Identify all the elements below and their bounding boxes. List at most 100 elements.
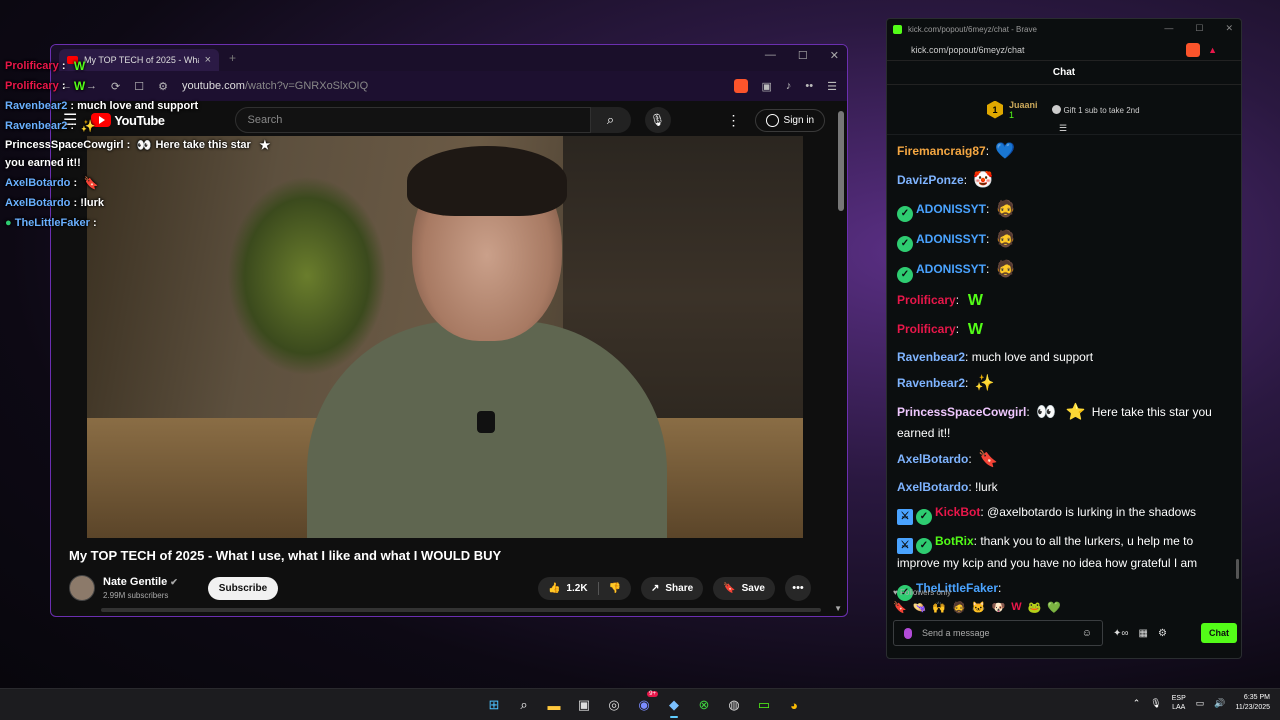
brave-shields-icon[interactable] [1186, 42, 1201, 57]
lang-bottom: LAA [1172, 704, 1186, 711]
scroll-down-icon[interactable]: ▼ [834, 604, 842, 613]
lavalier-mic [477, 411, 495, 433]
share-button[interactable]: ↗ Share [641, 576, 704, 600]
chat-username[interactable]: AxelBotardo [897, 452, 968, 466]
chrome-icon[interactable]: ◕ [782, 694, 806, 716]
emote-hands-icon[interactable]: 🙌 [932, 601, 946, 614]
maximize-icon[interactable]: ☐ [1195, 23, 1203, 34]
volume-icon[interactable]: 🔊 [1214, 698, 1225, 709]
stream-chat-overlay: Prolificary : W Prolificary : W Ravenbea… [0, 56, 320, 233]
chat-username[interactable]: Ravenbear2 [897, 350, 965, 364]
emote-dog-icon[interactable]: 🐶 [992, 601, 1006, 614]
chat-username[interactable]: AxelBotardo [897, 480, 968, 494]
overlay-message: Ravenbear2 : ✨ [5, 119, 96, 134]
chat-username[interactable]: PrincessSpaceCowgirl [897, 405, 1026, 419]
chat-username[interactable]: KickBot [935, 505, 980, 519]
media-icon[interactable]: ♪ [786, 80, 792, 92]
steam-icon[interactable]: ◎ [602, 694, 626, 716]
voice-search-icon[interactable]: 🎙 [644, 107, 671, 133]
gift-sub-button[interactable]: Gift 1 sub to take 2nd [1051, 104, 1140, 115]
minimize-icon[interactable]: — [1164, 23, 1173, 34]
chat-username[interactable]: ADONISSYT [916, 232, 986, 246]
store-icon[interactable]: ▦ [1139, 628, 1148, 639]
search-icon[interactable]: ⌕ [512, 694, 536, 716]
chat-username[interactable]: ADONISSYT [916, 202, 986, 216]
chat-message: ✓ ADONISSYT: 🧔 [897, 259, 1231, 283]
vertical-scrollbar[interactable] [838, 111, 844, 211]
subscribe-button[interactable]: Subscribe [207, 576, 279, 600]
thumbs-up-icon: 👍 [547, 582, 561, 594]
emote-lurk-icon[interactable]: 🔖 [893, 601, 907, 614]
start-icon[interactable]: ⊞ [482, 694, 506, 716]
network-icon[interactable]: ▭ [1196, 698, 1205, 709]
verified-icon: ✔ [170, 577, 178, 587]
chat-username[interactable]: Prolificary [897, 322, 956, 336]
verified-badge-icon: ✓ [897, 266, 913, 283]
chat-username[interactable]: Prolificary [897, 293, 956, 307]
send-chat-button[interactable]: Chat [1201, 623, 1237, 643]
chat-message-list: Firemancraig87: 💙 DavizPonze: 🤡 ✓ ADONISS… [887, 135, 1241, 601]
search-icon[interactable]: ⌕ [590, 107, 631, 133]
emote-hat-icon[interactable]: 👒 [913, 601, 927, 614]
close-window-icon[interactable]: ✕ [830, 49, 839, 62]
emote-frog-icon[interactable]: 🐸 [1028, 601, 1042, 614]
bits-icon[interactable]: ✦∞ [1113, 628, 1129, 639]
minimize-icon[interactable]: — [765, 49, 776, 62]
chat-username[interactable]: DavizPonze [897, 173, 964, 187]
channel-name-line[interactable]: Nate Gentile ✔ [103, 576, 178, 588]
xbox-icon[interactable]: ⊗ [692, 694, 716, 716]
chat-message: ⚔ ✓ BotRix: thank you to all the lurkers, … [897, 533, 1198, 570]
dislike-button[interactable]: 👎 [599, 577, 631, 600]
chat-username[interactable]: BotRix [935, 534, 974, 548]
mic-icon[interactable] [904, 627, 912, 639]
like-dislike-group: 👍 1.2K 👎 [537, 576, 631, 600]
menu-icon[interactable]: ☰ [827, 80, 837, 93]
kick-url[interactable]: kick.com/popout/6meyz/chat [911, 45, 1178, 55]
kick-titlebar: kick.com/popout/6meyz/chat - Brave — ☐ ✕ [887, 19, 1241, 39]
store-icon[interactable]: ▣ [572, 694, 596, 716]
star-emote-icon: ⭐ [1065, 403, 1086, 421]
like-button[interactable]: 👍 1.2K [538, 577, 598, 600]
overlay-text: Here take this star [155, 139, 251, 151]
emote-cat-icon[interactable]: 🐱 [972, 601, 986, 614]
sidebar-icon[interactable]: ▣ [762, 80, 772, 93]
chat-message: ✓ ADONISSYT: 🧔 [897, 229, 1231, 253]
chat-scrollbar[interactable] [1236, 559, 1239, 579]
lurk-emote-icon: 🔖 [978, 450, 998, 468]
close-window-icon[interactable]: ✕ [1225, 23, 1233, 34]
microphone-icon[interactable]: 🎙 [1150, 698, 1161, 709]
maximize-icon[interactable]: ☐ [798, 49, 808, 62]
more-actions-icon[interactable]: ••• [785, 575, 811, 601]
chat-text: !lurk [975, 479, 998, 494]
collapse-pinned-icon[interactable]: ☰ [1059, 123, 1067, 134]
channel-avatar[interactable] [69, 575, 95, 601]
show-hidden-icons[interactable]: ⌃ [1133, 698, 1141, 709]
emote-face-icon[interactable]: 🧔 [952, 601, 966, 614]
brave-shields-icon[interactable] [733, 79, 748, 93]
chat-username[interactable]: Firemancraig87 [897, 144, 986, 158]
emoji-picker-icon[interactable]: ☺ [1082, 628, 1092, 639]
settings-icon[interactable]: ⚙ [1158, 628, 1167, 639]
file-explorer-icon[interactable]: ▬ [542, 694, 566, 716]
language-indicator[interactable]: ESP LAA [1172, 694, 1186, 712]
overlay-message: ● TheLittleFaker : [5, 217, 97, 229]
horizontal-scrollbar[interactable] [101, 608, 821, 612]
sign-in-button[interactable]: Sign in [754, 108, 826, 132]
emote-w-icon[interactable]: W [1011, 601, 1021, 614]
more-options-icon[interactable]: ⋮ [727, 112, 741, 129]
overlay-text: much love and support [77, 100, 199, 112]
brave-app-icon[interactable]: ◆ [662, 694, 686, 718]
nvidia-icon[interactable]: ▭ [752, 694, 776, 716]
brave-rewards-icon[interactable]: ▲ [1208, 45, 1217, 55]
chat-message-input[interactable]: Send a message ☺ [893, 620, 1103, 646]
chat-username[interactable]: ADONISSYT [916, 263, 986, 277]
chat-username[interactable]: Ravenbear2 [897, 376, 965, 390]
obs-icon[interactable]: ◍ [722, 694, 746, 716]
emote-heart-icon[interactable]: 💚 [1047, 601, 1061, 614]
extensions-icon[interactable]: •• [805, 80, 813, 92]
overlay-message: PrincessSpaceCowgirl : 👀 Here take this … [0, 136, 320, 173]
save-button[interactable]: 🔖 Save [713, 576, 775, 600]
clock[interactable]: 6:35 PM 11/23/2025 [1235, 693, 1270, 713]
discord-icon[interactable]: ◉ 9+ [632, 691, 658, 716]
top-gifter[interactable]: Juaani 1 [1009, 100, 1038, 120]
